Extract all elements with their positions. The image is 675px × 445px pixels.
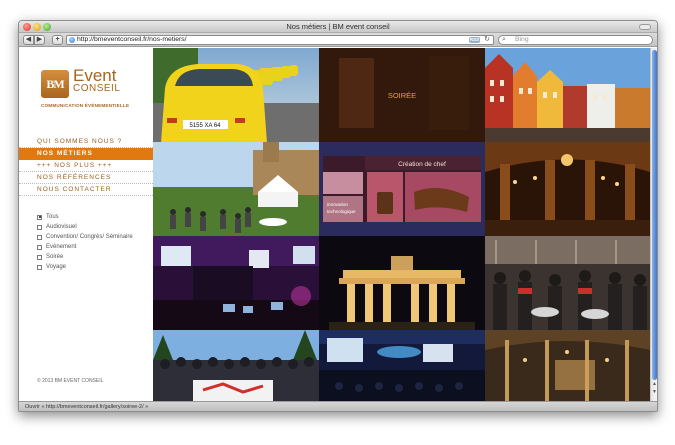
gallery-tile-cocktail[interactable] [485,236,650,330]
checkbox-checked-icon[interactable] [37,214,42,220]
address-url: http://bmeventconseil.fr/nos-metiers/ [77,36,187,43]
browser-toolbar: ◀ ▶ + http://bmeventconseil.fr/nos-metie… [19,33,657,47]
photo-colorful-houses [485,48,650,142]
checkbox-icon[interactable] [37,234,42,240]
photo-gallery: 5155 XA 64 SOIRÉE Création de chef innov… [153,48,650,401]
gallery-tile-houses[interactable] [485,48,650,142]
browser-window: Nos métiers | BM event conseil ◀ ▶ + htt… [18,20,658,412]
toolbar-toggle-button[interactable] [639,24,651,30]
back-button[interactable]: ◀ [23,35,34,45]
address-bar[interactable]: http://bmeventconseil.fr/nos-metiers/ RS… [66,35,494,45]
checkbox-icon[interactable] [37,224,42,230]
category-filters: Tous Audiovisuel Convention/ Congrès/ Sé… [37,212,153,272]
forward-button[interactable]: ▶ [34,35,45,45]
nav-item-nos-plus[interactable]: +++ NOS PLUS +++ [19,160,153,172]
scroll-up-arrow-icon[interactable]: ▲ [651,381,657,387]
gallery-tile-car[interactable]: 5155 XA 64 [153,48,319,142]
gallery-tile-group-photo[interactable] [153,330,319,401]
photo-brandenburg-gate [319,236,485,330]
site-globe-icon [69,37,75,43]
chef-tagline-2: technologique [327,209,356,214]
checkbox-icon[interactable] [37,264,42,270]
filter-audiovisuel[interactable]: Audiovisuel [37,222,153,232]
filter-evenement[interactable]: Evénement [37,242,153,252]
photo-garden-party [153,142,319,236]
photo-group-outdoors [153,330,319,401]
title-bar: Nos métiers | BM event conseil [19,21,657,33]
search-placeholder: Bing [515,36,529,43]
chef-tagline-1: innovation [327,202,348,207]
logo-tagline: COMMUNICATION ÉVÉNEMENTIELLE [41,103,130,108]
add-bookmark-button[interactable]: + [52,35,63,45]
vertical-scrollbar[interactable]: ▲ ▼ [650,48,657,401]
filter-label: Convention/ Congrès/ Séminaire [46,234,133,240]
gallery-tile-venue[interactable] [485,330,650,401]
rss-icon[interactable]: RSS [469,37,480,43]
filter-label: Evénement [46,244,77,250]
filter-label: Voyage [46,264,67,270]
checkbox-icon[interactable] [37,254,42,260]
photo-reception-hall [485,142,650,236]
scroll-down-arrow-icon[interactable]: ▼ [651,389,657,395]
main-nav: QUI SOMMES NOUS ? NOS MÉTIERS +++ NOS PL… [19,136,153,196]
filter-tous[interactable]: Tous [37,212,153,222]
checkbox-icon[interactable] [37,244,42,250]
gallery-tile-conference[interactable] [319,330,485,401]
filter-voyage[interactable]: Voyage [37,262,153,272]
gallery-tile-chef[interactable]: Création de chef innovation technologiqu… [319,142,485,236]
search-icon: ⌕ [502,36,506,43]
filter-label: Audiovisuel [46,224,77,230]
photo-cocktail-crowd [485,236,650,330]
page-content: BM Event CONSEIL COMMUNICATION ÉVÉNEMENT… [19,48,657,401]
photo-creation-de-chef: Création de chef innovation technologiqu… [319,142,485,236]
nav-item-qui-sommes-nous[interactable]: QUI SOMMES NOUS ? [19,136,153,148]
license-plate: 5155 XA 64 [189,123,221,129]
filter-label: Soirée [46,254,64,260]
gallery-tile-soiree[interactable]: SOIRÉE [319,48,485,142]
gallery-tile-garden-party[interactable] [153,142,319,236]
photo-yellow-car: 5155 XA 64 [153,48,319,142]
gallery-tile-av-stage[interactable] [153,236,319,330]
photo-audiovisual-stage [153,236,319,330]
filter-soiree[interactable]: Soirée [37,252,153,262]
photo-soiree: SOIRÉE [319,48,485,142]
nav-item-nos-references[interactable]: NOS RÉFÉRENCES [19,172,153,184]
logo-name-line2: CONSEIL [73,83,121,94]
photo-event-venue [485,330,650,401]
scrollbar-thumb[interactable] [652,50,657,380]
status-bar: Ouvrir « http://bmeventconseil.fr/galler… [19,401,657,411]
reload-icon[interactable]: ↻ [484,36,490,44]
copyright: © 2013 BM EVENT CONSEIL [37,378,104,384]
nav-item-nos-metiers[interactable]: NOS MÉTIERS [19,148,153,160]
filter-convention[interactable]: Convention/ Congrès/ Séminaire [37,232,153,242]
window-title: Nos métiers | BM event conseil [286,22,390,31]
brand-logo[interactable]: BM Event CONSEIL COMMUNICATION ÉVÉNEMENT… [41,66,141,114]
gallery-tile-hall[interactable] [485,142,650,236]
search-input[interactable]: ⌕ Bing [498,35,653,45]
chef-title: Création de chef [398,161,446,168]
photo-conference-room [319,330,485,401]
sidebar: BM Event CONSEIL COMMUNICATION ÉVÉNEMENT… [19,48,153,401]
nav-item-nous-contacter[interactable]: NOUS CONTACTER [19,184,153,196]
logo-mark-icon: BM [41,70,69,98]
soiree-caption: SOIRÉE [388,91,416,100]
gallery-tile-brandenburg[interactable] [319,236,485,330]
filter-label: Tous [46,214,59,220]
